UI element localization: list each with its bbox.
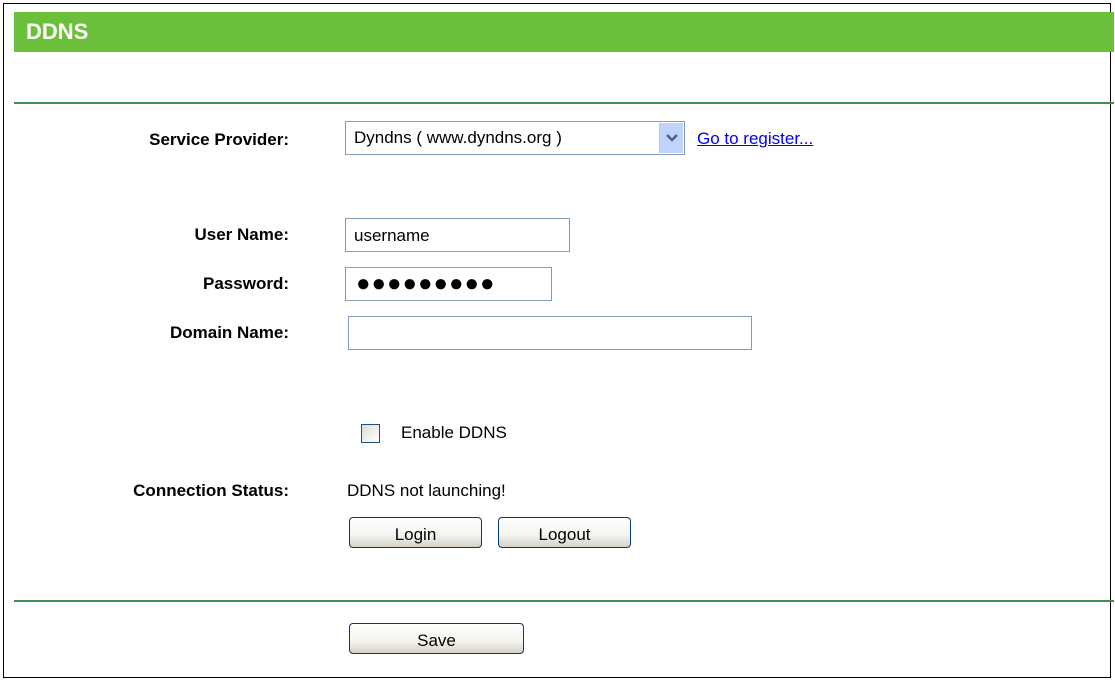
connection-status-label: Connection Status:	[133, 481, 289, 500]
user-name-value: username	[354, 226, 430, 245]
service-provider-selected: Dyndns ( www.dyndns.org )	[354, 128, 562, 147]
domain-name-label: Domain Name:	[169, 323, 289, 342]
login-button[interactable]: Login	[349, 517, 482, 548]
go-to-register-link[interactable]: Go to register...	[697, 129, 813, 149]
dropdown-button[interactable]	[659, 123, 683, 153]
service-provider-label: Service Provider:	[149, 130, 289, 149]
password-input[interactable]: ●●●●●●●●●	[345, 267, 552, 301]
save-button[interactable]: Save	[349, 623, 524, 654]
password-label: Password:	[203, 274, 289, 293]
user-name-input[interactable]: username	[345, 218, 570, 252]
connection-status-value: DDNS not launching!	[347, 481, 506, 500]
top-divider	[14, 102, 1114, 104]
page-title: DDNS	[26, 19, 89, 44]
chevron-down-icon	[666, 134, 678, 142]
domain-name-input[interactable]	[348, 316, 752, 350]
logout-button[interactable]: Logout	[498, 517, 631, 548]
user-name-label: User Name:	[194, 225, 290, 244]
password-masked-value: ●●●●●●●●●	[356, 270, 496, 297]
enable-ddns-checkbox[interactable]	[361, 424, 380, 443]
header-bar	[14, 12, 1114, 52]
bottom-divider	[14, 600, 1114, 602]
service-provider-select[interactable]: Dyndns ( www.dyndns.org )	[345, 121, 685, 155]
enable-ddns-label: Enable DDNS	[401, 423, 507, 442]
